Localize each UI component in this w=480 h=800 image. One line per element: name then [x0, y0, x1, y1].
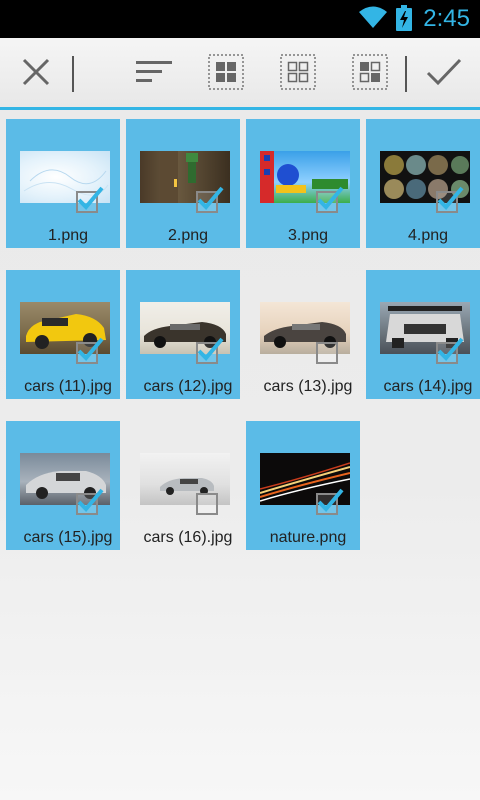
file-tile[interactable]: 2.png [126, 119, 240, 248]
file-tile[interactable]: 3.png [246, 119, 360, 248]
toolbar-divider [405, 56, 407, 92]
file-tile[interactable]: cars (13).jpg [246, 270, 360, 399]
file-tile[interactable]: 4.png [366, 119, 480, 248]
selection-checkbox[interactable] [436, 186, 464, 213]
status-bar: 2:45 [0, 0, 480, 38]
select-all-button[interactable] [202, 50, 250, 98]
file-tile[interactable]: cars (16).jpg [126, 421, 240, 550]
confirm-button[interactable] [420, 50, 468, 98]
selection-checkbox[interactable] [76, 337, 104, 364]
file-tile[interactable]: cars (11).jpg [6, 270, 120, 399]
selection-checkbox[interactable] [196, 493, 218, 515]
file-tile[interactable]: cars (15).jpg [6, 421, 120, 550]
file-name: cars (11).jpg [24, 378, 112, 395]
close-icon [21, 57, 51, 92]
selection-checkbox[interactable] [196, 337, 224, 364]
confirm-check-icon [426, 57, 462, 92]
selection-checkbox[interactable] [76, 186, 104, 213]
file-name: 4.png [407, 227, 449, 244]
file-tile[interactable]: cars (14).jpg [366, 270, 480, 399]
selection-checkbox[interactable] [316, 342, 338, 364]
selection-checkbox[interactable] [436, 337, 464, 364]
select-none-button[interactable] [274, 50, 322, 98]
invert-selection-icon [352, 53, 388, 95]
file-name: nature.png [269, 529, 347, 546]
selection-checkbox[interactable] [196, 186, 224, 213]
select-all-icon [208, 53, 244, 95]
file-tile[interactable]: cars (12).jpg [126, 270, 240, 399]
battery-charging-icon [396, 5, 412, 36]
file-name: cars (13).jpg [263, 378, 353, 395]
action-bar [0, 38, 480, 110]
close-button[interactable] [12, 50, 60, 98]
wifi-icon [358, 5, 388, 34]
file-name: 1.png [47, 227, 89, 244]
file-name: cars (14).jpg [383, 378, 473, 395]
selection-checkbox[interactable] [316, 186, 344, 213]
selection-checkbox[interactable] [316, 488, 344, 515]
file-name: 2.png [167, 227, 209, 244]
file-name: cars (12).jpg [143, 378, 233, 395]
selection-checkbox[interactable] [76, 488, 104, 515]
file-name: cars (15).jpg [23, 529, 113, 546]
invert-selection-button[interactable] [346, 50, 394, 98]
file-tile[interactable]: 1.png [6, 119, 120, 248]
sort-icon [134, 57, 174, 92]
sort-button[interactable] [130, 50, 178, 98]
toolbar-divider [72, 56, 74, 92]
status-time: 2:45 [423, 5, 470, 32]
file-tile[interactable]: nature.png [246, 421, 360, 550]
select-none-icon [280, 53, 316, 95]
file-name: 3.png [287, 227, 329, 244]
file-name: cars (16).jpg [143, 529, 233, 546]
